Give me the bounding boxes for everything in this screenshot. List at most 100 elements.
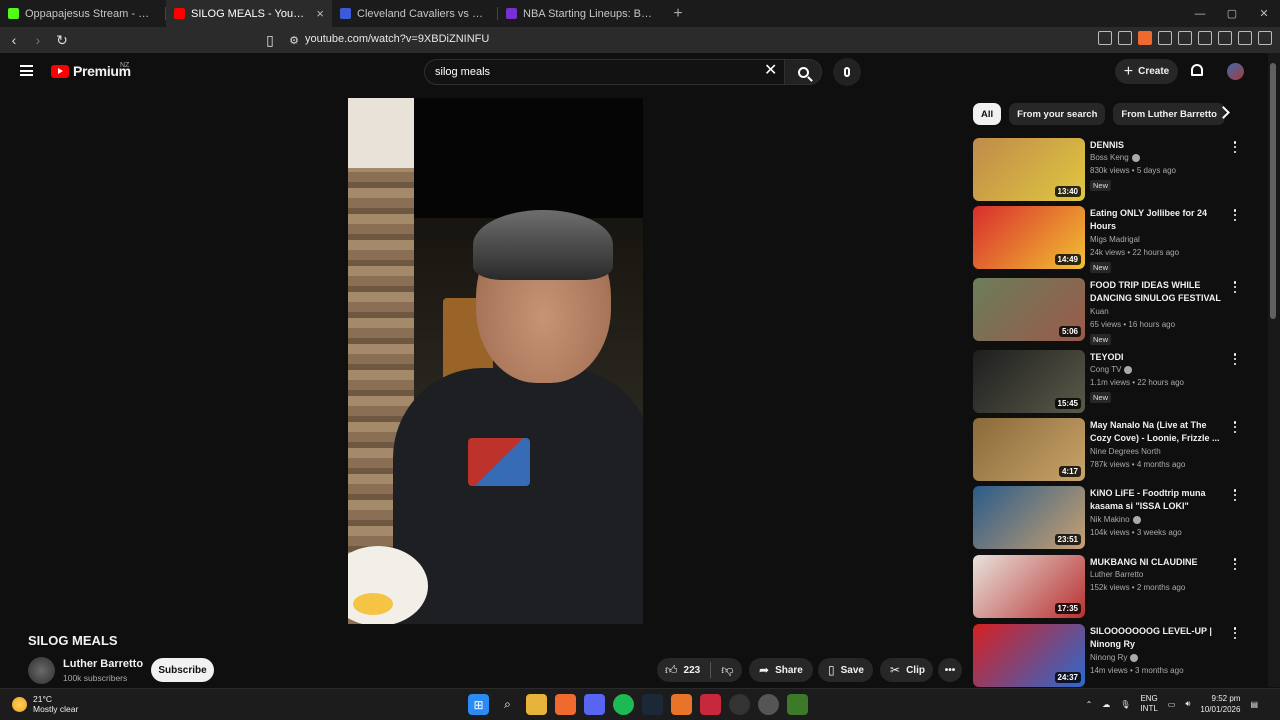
- youtube-premium-logo[interactable]: Premium: [51, 63, 131, 79]
- chip-from-your-search[interactable]: From your search: [1009, 103, 1106, 125]
- recommendation-item[interactable]: 5:06 FOOD TRIP IDEAS WHILE DANCING SINULO…: [973, 278, 1253, 345]
- search-taskbar-icon[interactable]: ⌕: [497, 694, 518, 715]
- more-actions-button[interactable]: •••: [938, 658, 962, 682]
- language-indicator[interactable]: ENG INTL: [1140, 694, 1157, 714]
- video-thumbnail[interactable]: 5:06: [973, 278, 1085, 341]
- url-field[interactable]: youtube.com/watch?v=9XBDiZNINFU: [305, 33, 489, 45]
- site-settings-icon[interactable]: ⚙: [284, 30, 304, 50]
- video-thumbnail[interactable]: 4:17: [973, 418, 1085, 481]
- minimize-icon[interactable]: —: [1184, 0, 1216, 27]
- browser-tab-kick[interactable]: Oppapajesus Stream - Watch Live on: [0, 0, 166, 27]
- obs-icon[interactable]: [729, 694, 750, 715]
- search-box[interactable]: [424, 59, 786, 85]
- recommendation-title[interactable]: Eating ONLY Jollibee for 24 Hours: [1090, 207, 1226, 233]
- recommendation-item[interactable]: 24:37 SILOOOOOOOG LEVEL-UP | Ninong Ry Nin…: [973, 624, 1253, 688]
- recommendation-item[interactable]: 15:45 TEYODI Cong TV 1.1m views • 22 hours …: [973, 350, 1253, 414]
- more-vert-icon[interactable]: [1231, 627, 1239, 639]
- like-icon[interactable]: 👍︎: [665, 663, 678, 678]
- steam-icon[interactable]: [642, 694, 663, 715]
- recommendation-channel[interactable]: Kuan: [1090, 307, 1109, 316]
- recommendation-title[interactable]: May Nanalo Na (Live at The Cozy Cove) - …: [1090, 419, 1226, 445]
- like-count[interactable]: 223: [684, 665, 701, 676]
- vpn-icon[interactable]: [1238, 31, 1252, 45]
- subscribe-button[interactable]: Subscribe: [151, 658, 214, 682]
- more-vert-icon[interactable]: [1231, 353, 1239, 365]
- app-red-icon[interactable]: [700, 694, 721, 715]
- voice-search-button[interactable]: [833, 58, 861, 86]
- brave-browser-icon[interactable]: [555, 694, 576, 715]
- cast-icon[interactable]: [1098, 31, 1112, 45]
- recommendation-title[interactable]: DENNIS: [1090, 139, 1226, 152]
- new-tab-button[interactable]: +: [664, 0, 692, 27]
- search-input[interactable]: [435, 66, 735, 78]
- spotify-icon[interactable]: [613, 694, 634, 715]
- more-vert-icon[interactable]: [1231, 489, 1239, 501]
- recommendation-channel[interactable]: Boss Keng: [1090, 153, 1140, 162]
- discord-icon[interactable]: [584, 694, 605, 715]
- recommendation-title[interactable]: MUKBANG NI CLAUDINE: [1090, 556, 1226, 569]
- nvidia-icon[interactable]: [787, 694, 808, 715]
- forward-icon[interactable]: ›: [28, 30, 48, 50]
- search-button[interactable]: [784, 59, 822, 85]
- guide-menu-icon[interactable]: [20, 65, 33, 76]
- onedrive-icon[interactable]: ☁: [1102, 700, 1110, 709]
- save-button[interactable]: ▯ Save: [818, 658, 873, 682]
- video-thumbnail[interactable]: 17:35: [973, 555, 1085, 618]
- recommendation-channel[interactable]: Nik Makino: [1090, 515, 1141, 524]
- recommendation-item[interactable]: 13:40 DENNIS Boss Keng 830k views • 5 days …: [973, 138, 1253, 202]
- video-player[interactable]: [348, 98, 643, 624]
- account-avatar[interactable]: [1227, 63, 1244, 80]
- chip-all[interactable]: All: [973, 103, 1002, 125]
- recommendation-item[interactable]: 23:51 KiNO LiFE - Foodtrip muna kasama si…: [973, 486, 1253, 550]
- more-vert-icon[interactable]: [1231, 209, 1239, 221]
- reload-icon[interactable]: ↻: [52, 30, 72, 50]
- more-vert-icon[interactable]: [1231, 558, 1239, 570]
- notification-center-icon[interactable]: ▤: [1250, 700, 1258, 709]
- notifications-bell-icon[interactable]: [1191, 64, 1203, 76]
- page-scrollbar[interactable]: [1268, 53, 1280, 687]
- recommendation-channel[interactable]: Luther Barretto: [1090, 570, 1143, 579]
- video-thumbnail[interactable]: 24:37: [973, 624, 1085, 687]
- recommendation-title[interactable]: SILOOOOOOOG LEVEL-UP | Ninong Ry: [1090, 625, 1226, 651]
- maximize-icon[interactable]: ▢: [1216, 0, 1248, 27]
- app-orange-icon[interactable]: [671, 694, 692, 715]
- sidebar-icon[interactable]: [1178, 31, 1192, 45]
- volume-icon[interactable]: 🔊︎: [1185, 699, 1190, 709]
- share-button[interactable]: ➦ Share: [749, 658, 813, 682]
- recommendation-item[interactable]: 4:17 May Nanalo Na (Live at The Cozy Cove…: [973, 418, 1253, 482]
- recommendation-channel[interactable]: Migs Madrigal: [1090, 235, 1140, 244]
- menu-icon[interactable]: [1258, 31, 1272, 45]
- chevron-up-icon[interactable]: ⌃: [1086, 700, 1093, 709]
- close-window-icon[interactable]: ✕: [1248, 0, 1280, 27]
- scrollbar-thumb[interactable]: [1270, 63, 1276, 319]
- video-thumbnail[interactable]: 13:40: [973, 138, 1085, 201]
- start-icon[interactable]: ⊞: [468, 694, 489, 715]
- recommendation-channel[interactable]: Ninong Ry: [1090, 653, 1139, 662]
- browser-tab-youtube[interactable]: SILOG MEALS - YouTube ×: [166, 0, 332, 27]
- recommendation-channel[interactable]: Nine Degrees North: [1090, 447, 1161, 456]
- browser-tab-nba-game[interactable]: Cleveland Cavaliers vs Minnesota Tim: [332, 0, 498, 27]
- dislike-icon[interactable]: 👎︎: [721, 663, 733, 678]
- video-thumbnail[interactable]: 14:49: [973, 206, 1085, 269]
- recommendation-item[interactable]: 17:35 MUKBANG NI CLAUDINE Luther Barretto 1…: [973, 555, 1253, 619]
- more-vert-icon[interactable]: [1231, 421, 1239, 433]
- channel-name[interactable]: Luther Barretto: [63, 658, 143, 670]
- browser-tab-lineups[interactable]: NBA Starting Lineups: Basketball Da: [498, 0, 664, 27]
- video-thumbnail[interactable]: 15:45: [973, 350, 1085, 413]
- channel-avatar[interactable]: [28, 657, 55, 684]
- recommendation-title[interactable]: TEYODI: [1090, 351, 1226, 364]
- share-page-icon[interactable]: [1118, 31, 1132, 45]
- recommendation-title[interactable]: KiNO LiFE - Foodtrip muna kasama si "ISS…: [1090, 487, 1226, 513]
- clear-search-icon[interactable]: ✕: [764, 63, 777, 79]
- network-icon[interactable]: ▭: [1168, 700, 1176, 709]
- brave-shield-icon[interactable]: [1138, 31, 1152, 45]
- clock[interactable]: 9:52 pm 10/01/2026: [1200, 693, 1240, 715]
- settings-icon[interactable]: [758, 694, 779, 715]
- mic-tray-icon[interactable]: 🎙︎: [1120, 700, 1130, 709]
- file-explorer-icon[interactable]: [526, 694, 547, 715]
- back-icon[interactable]: ‹: [4, 30, 24, 50]
- recommendation-channel[interactable]: Cong TV: [1090, 365, 1133, 374]
- chip-from-channel[interactable]: From Luther Barretto: [1113, 103, 1225, 125]
- more-vert-icon[interactable]: [1231, 141, 1239, 153]
- create-button[interactable]: + Create: [1115, 59, 1178, 84]
